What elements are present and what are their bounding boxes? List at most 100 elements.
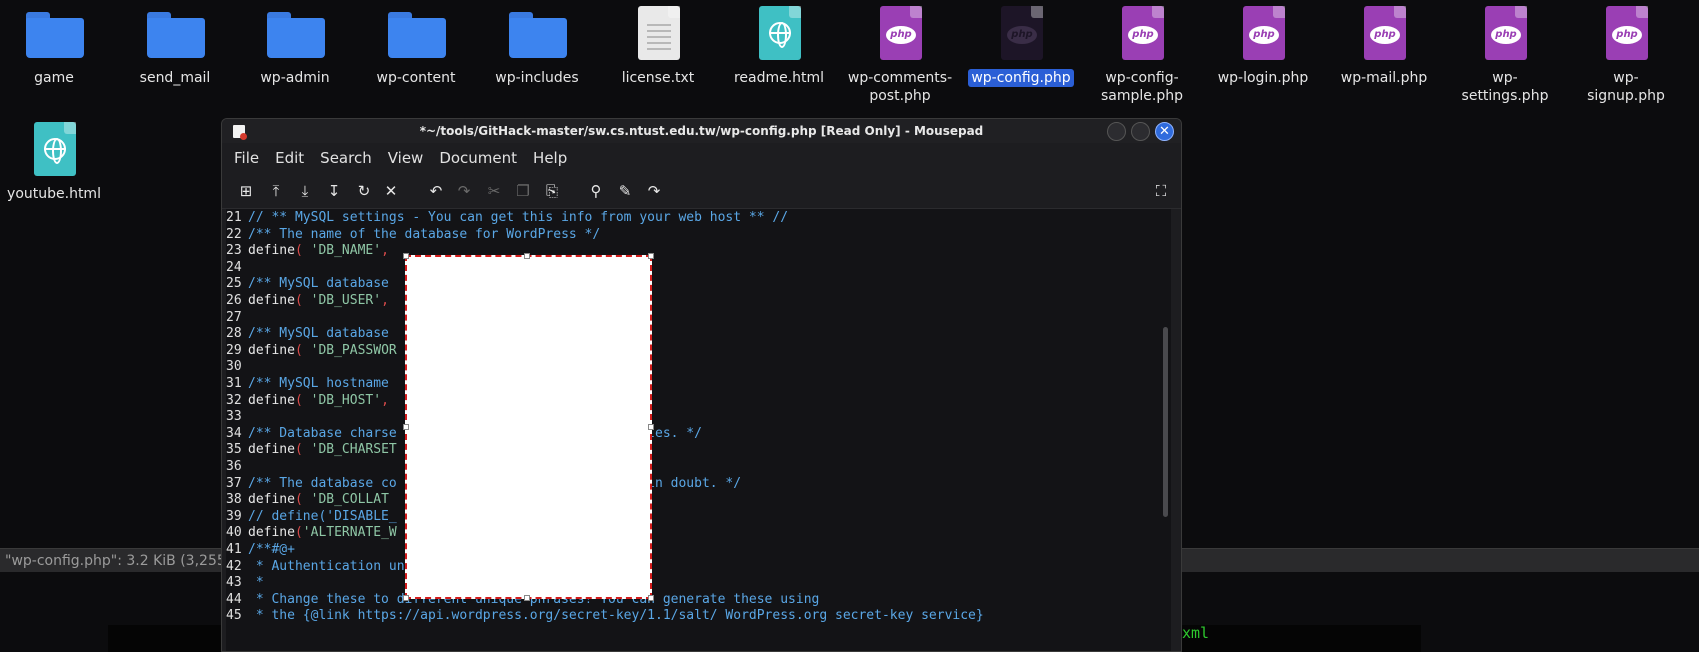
code-token: 'DB_CHARSET — [302, 442, 397, 458]
code-token: 'DB_COLLAT — [302, 492, 389, 508]
code-token: /** MySQL hostname — [248, 376, 389, 391]
menu-edit[interactable]: Edit — [275, 149, 304, 167]
code-token: define — [248, 492, 295, 508]
php-file-icon: php — [1209, 0, 1317, 60]
code-token: define — [248, 243, 295, 259]
desktop-icon-wp-content[interactable]: wp-content — [362, 0, 470, 87]
desktop-icon-label: license.txt — [621, 70, 695, 86]
line-number: 29 — [226, 342, 242, 358]
desktop-icon-label: wp-config-sample.php — [1101, 70, 1183, 104]
menu-search[interactable]: Search — [320, 149, 372, 167]
title-bar[interactable]: *~/tools/GitHack-master/sw.cs.ntust.edu.… — [222, 119, 1181, 143]
menu-view[interactable]: View — [388, 149, 424, 167]
code-line: 36 — [226, 458, 248, 476]
desktop-icon-wp-config-sample-php[interactable]: php wp-config-sample.php — [1088, 0, 1196, 105]
code-line: 28 /** MySQL database — [226, 325, 389, 343]
desktop-icon-wp-login-php[interactable]: php wp-login.php — [1209, 0, 1317, 87]
desktop-icon-license-txt[interactable]: license.txt — [604, 0, 712, 87]
folder-icon — [362, 0, 470, 60]
php-file-icon: php — [967, 0, 1075, 60]
reload-icon[interactable]: ↻ — [353, 180, 375, 202]
desktop-icon-readme-html[interactable]: readme.html — [725, 0, 833, 87]
line-number: 40 — [226, 525, 242, 541]
menu-bar: File Edit Search View Document Help — [222, 143, 1181, 173]
code-token: 'DB_NAME' — [302, 243, 382, 259]
find-replace-icon[interactable]: ✎ — [614, 180, 636, 202]
desktop-icon-wp-comments-post-php[interactable]: php wp-comments-post.php — [846, 0, 954, 105]
line-number: 34 — [226, 425, 242, 441]
code-line: 40 define('ALTERNATE_W — [226, 524, 397, 542]
code-token: ( — [294, 492, 303, 508]
html-file-icon — [0, 116, 108, 176]
menu-help[interactable]: Help — [533, 149, 567, 167]
desktop-icon-wp-includes[interactable]: wp-includes — [483, 0, 591, 87]
close-tab-icon[interactable]: ✕ — [380, 180, 402, 202]
line-number: 41 — [226, 542, 242, 557]
new-document-icon[interactable]: ⊞ — [235, 180, 257, 202]
code-token: , — [381, 392, 389, 408]
line-number: 45 — [226, 608, 242, 624]
terminal-text: xml — [1182, 624, 1210, 642]
menu-file[interactable]: File — [234, 149, 259, 167]
php-file-icon: php — [1451, 0, 1559, 60]
desktop-icon-wp-mail-php[interactable]: php wp-mail.php — [1330, 0, 1438, 87]
desktop-icon-youtube-html[interactable]: youtube.html — [0, 116, 108, 203]
code-token: define — [248, 342, 295, 358]
code-line: 33 — [226, 408, 248, 426]
line-number: 31 — [226, 376, 242, 391]
code-line: 43 * — [226, 574, 264, 592]
editor-scrollbar[interactable] — [1163, 327, 1168, 517]
desktop-icon-wp-signup-php[interactable]: php wp-signup.php — [1572, 0, 1680, 105]
code-token: ( — [294, 525, 303, 541]
code-token: define — [248, 525, 295, 541]
desktop-icon-game[interactable]: game — [0, 0, 108, 87]
code-token: * the {@link https://api.wordpress.org/s… — [248, 608, 984, 624]
php-file-icon: php — [846, 0, 954, 60]
close-button[interactable]: ✕ — [1155, 122, 1174, 141]
line-number: 26 — [226, 293, 242, 308]
code-token: define — [248, 392, 295, 408]
line-number: 27 — [226, 309, 242, 325]
code-token: define — [248, 442, 295, 458]
desktop-icon-send-mail[interactable]: send_mail — [121, 0, 229, 87]
copy-icon[interactable]: ❐ — [512, 180, 534, 202]
paste-icon[interactable]: ⎘ — [541, 180, 563, 202]
code-token: ( — [294, 342, 303, 358]
open-icon[interactable]: ⤒ — [265, 180, 287, 202]
redaction-box — [403, 253, 654, 601]
goto-line-icon[interactable]: ↷ — [643, 180, 665, 202]
code-token: * — [248, 575, 264, 591]
desktop-icon-label: wp-content — [376, 70, 456, 86]
minimize-button[interactable] — [1107, 122, 1126, 141]
mousepad-window[interactable]: *~/tools/GitHack-master/sw.cs.ntust.edu.… — [221, 118, 1182, 652]
desktop-icon-wp-settings-php[interactable]: php wp-settings.php — [1451, 0, 1559, 105]
code-line: 35 define( 'DB_CHARSET — [226, 441, 397, 459]
undo-icon[interactable]: ↶ — [425, 180, 447, 202]
folder-icon — [241, 0, 349, 60]
desktop-icon-wp-config-php[interactable]: php wp-config.php — [967, 0, 1075, 87]
folder-icon — [0, 0, 108, 60]
html-file-icon — [725, 0, 833, 60]
maximize-button[interactable] — [1131, 122, 1150, 141]
fullscreen-icon[interactable]: ⛶ — [1150, 180, 1172, 202]
php-file-icon: php — [1572, 0, 1680, 60]
save-as-icon[interactable]: ↧ — [323, 180, 345, 202]
code-line: 26 define( 'DB_USER', — [226, 292, 389, 310]
cut-icon[interactable]: ✂ — [483, 180, 505, 202]
code-line: 24 — [226, 259, 248, 277]
desktop-icon-label: send_mail — [139, 70, 211, 86]
menu-document[interactable]: Document — [439, 149, 517, 167]
desktop-icon-wp-admin[interactable]: wp-admin — [241, 0, 349, 87]
code-line: 39 // define('DISABLE_ — [226, 508, 397, 526]
toolbar: ⊞ ⤒ ⤓ ↧ ↻ ✕ ↶ ↷ ✂ ❐ ⎘ ⚲ ✎ ↷ ⛶ — [222, 173, 1181, 209]
line-number: 42 — [226, 558, 242, 574]
redo-icon[interactable]: ↷ — [453, 180, 475, 202]
code-line: 31 /** MySQL hostname — [226, 375, 389, 393]
code-line: 29 define( 'DB_PASSWOR — [226, 342, 397, 360]
code-line: 41 /**#@+ — [226, 541, 295, 559]
line-number: 28 — [226, 326, 242, 342]
find-icon[interactable]: ⚲ — [585, 180, 607, 202]
code-editor[interactable]: 21 // ** MySQL settings - You can get thi… — [226, 209, 1171, 651]
code-token: ( — [294, 442, 303, 458]
save-icon[interactable]: ⤓ — [294, 180, 316, 202]
